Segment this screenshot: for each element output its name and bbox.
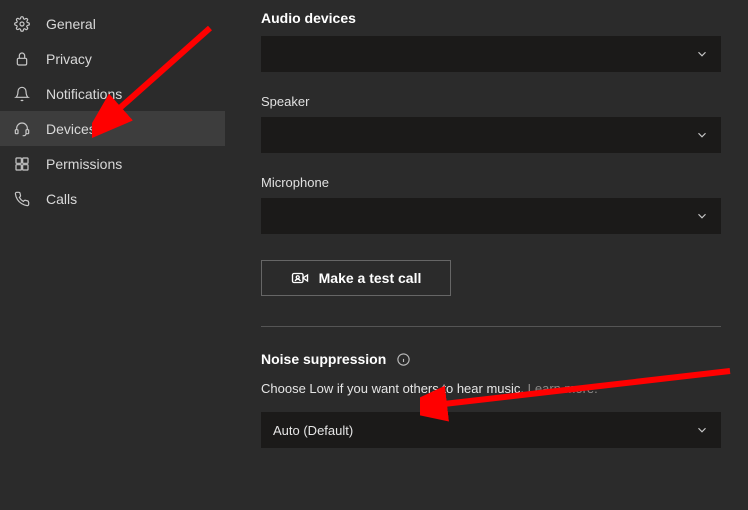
sidebar-item-label: General xyxy=(46,16,96,32)
sidebar-item-label: Calls xyxy=(46,191,77,207)
sidebar-item-calls[interactable]: Calls xyxy=(0,181,225,216)
call-icon xyxy=(14,191,36,207)
sidebar-item-general[interactable]: General xyxy=(0,6,225,41)
sidebar-item-notifications[interactable]: Notifications xyxy=(0,76,225,111)
sidebar-item-privacy[interactable]: Privacy xyxy=(0,41,225,76)
lock-icon xyxy=(14,51,36,67)
chevron-down-icon xyxy=(695,128,709,142)
settings-sidebar: General Privacy Notifications xyxy=(0,0,225,510)
microphone-select[interactable] xyxy=(261,198,721,234)
gear-icon xyxy=(14,16,36,32)
chevron-down-icon xyxy=(695,47,709,61)
speaker-label: Speaker xyxy=(261,94,732,109)
microphone-label: Microphone xyxy=(261,175,732,190)
make-test-call-button[interactable]: Make a test call xyxy=(261,260,451,296)
noise-suppression-heading: Noise suppression xyxy=(261,351,386,367)
audio-devices-heading: Audio devices xyxy=(261,10,732,26)
speaker-select[interactable] xyxy=(261,117,721,153)
chevron-down-icon xyxy=(695,423,709,437)
sidebar-item-devices[interactable]: Devices xyxy=(0,111,225,146)
headset-icon xyxy=(14,121,36,137)
bell-icon xyxy=(14,86,36,102)
info-icon[interactable] xyxy=(396,352,411,367)
permissions-icon xyxy=(14,156,36,172)
audio-devices-select[interactable] xyxy=(261,36,721,72)
sidebar-item-label: Devices xyxy=(46,121,96,137)
noise-suppression-value: Auto (Default) xyxy=(273,423,353,438)
section-divider xyxy=(261,326,721,327)
learn-more-link[interactable]: Learn more. xyxy=(528,381,598,396)
settings-main: Audio devices Speaker Microphone xyxy=(225,0,748,510)
sidebar-item-label: Privacy xyxy=(46,51,92,67)
sidebar-item-label: Notifications xyxy=(46,86,122,102)
video-person-icon xyxy=(291,269,309,287)
noise-suppression-helper: Choose Low if you want others to hear mu… xyxy=(261,381,732,396)
sidebar-item-label: Permissions xyxy=(46,156,122,172)
noise-suppression-select[interactable]: Auto (Default) xyxy=(261,412,721,448)
sidebar-item-permissions[interactable]: Permissions xyxy=(0,146,225,181)
test-call-label: Make a test call xyxy=(319,270,422,286)
chevron-down-icon xyxy=(695,209,709,223)
